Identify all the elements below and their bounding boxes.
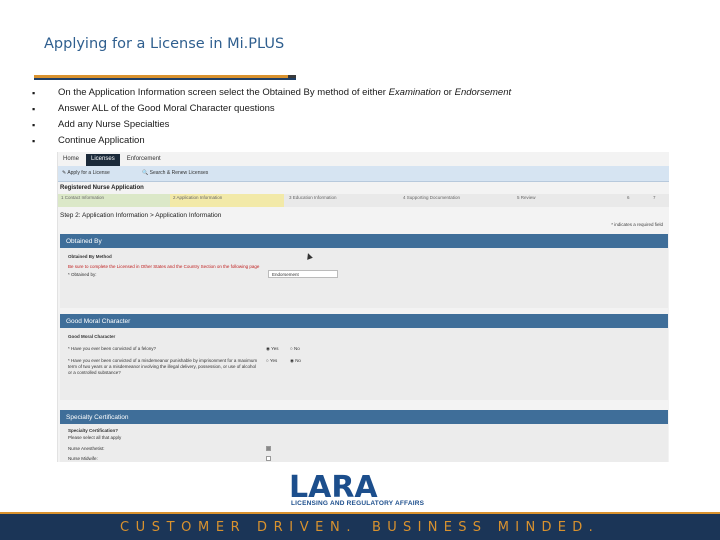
- required-note: * indicates a required field: [611, 222, 663, 227]
- bullet-icon: ▪: [32, 136, 36, 146]
- instruction-text: On the Application Information screen se…: [58, 87, 389, 98]
- specialty-header: Specialty Certification: [60, 410, 668, 424]
- instruction-emphasis: Examination: [388, 87, 441, 98]
- step-review[interactable]: 5 Review: [514, 194, 624, 207]
- search-renew-link[interactable]: 🔍 Search & Renew Licenses: [142, 170, 208, 176]
- misdemeanor-no-label: No: [295, 358, 301, 363]
- step-supporting[interactable]: 4 Supporting Documentation: [400, 194, 512, 207]
- good-moral-body: Good Moral Character * Have you ever bee…: [60, 328, 668, 400]
- footer-tagline-right: BUSINESS MINDED.: [372, 520, 600, 535]
- specialty-hint: Please select all that apply: [68, 435, 122, 440]
- instruction-text: Continue Application: [58, 135, 145, 146]
- instruction-item: ▪ Answer ALL of the Good Moral Character …: [30, 101, 590, 117]
- instruction-list: ▪ On the Application Information screen s…: [30, 85, 590, 149]
- title-underline-blue: [34, 78, 296, 80]
- bullet-icon: ▪: [32, 120, 36, 130]
- lara-logo: LARA LICENSING AND REGULATORY AFFAIRS: [287, 470, 433, 508]
- instruction-emphasis: Endorsement: [454, 87, 512, 98]
- slide-title: Applying for a License in Mi.PLUS: [44, 36, 285, 52]
- application-title: Registered Nurse Application: [60, 185, 144, 191]
- good-moral-section-label: Good Moral Character: [68, 334, 116, 339]
- felony-yes-radio[interactable]: ◉ Yes: [266, 346, 278, 352]
- specialty-section-label: Specialty Certification?: [68, 428, 119, 433]
- misdemeanor-no-radio[interactable]: ◉ No: [290, 358, 301, 364]
- specialty-panel: Specialty Certification Specialty Certif…: [60, 410, 668, 462]
- bullet-icon: ▪: [32, 104, 36, 114]
- apply-license-label: Apply for a License: [67, 170, 110, 176]
- step-education[interactable]: 3 Education Information: [286, 194, 398, 207]
- footer-bar: CUSTOMER DRIVEN. BUSINESS MINDED.: [0, 512, 720, 540]
- nurse-anesthetist-checkbox[interactable]: [266, 446, 271, 451]
- step-application[interactable]: 2 Application Information: [170, 194, 284, 207]
- instruction-item: ▪ Continue Application: [30, 133, 590, 149]
- obtained-by-section-label: Obtained By Method: [68, 254, 112, 259]
- step-contact[interactable]: 1 Contact Information: [58, 194, 170, 207]
- search-renew-label: Search & Renew Licenses: [149, 170, 209, 176]
- nurse-midwife-checkbox[interactable]: [266, 456, 271, 461]
- nurse-anesthetist-label: Nurse Anesthetist:: [68, 446, 105, 451]
- specialty-body: Specialty Certification? Please select a…: [60, 424, 668, 462]
- step-progress: 1 Contact Information 2 Application Info…: [58, 194, 669, 207]
- title-underline: [34, 75, 296, 81]
- felony-question: * Have you ever been convicted of a felo…: [68, 346, 157, 351]
- misdemeanor-question: * Have you ever been convicted of a misd…: [68, 358, 258, 375]
- obtained-by-field-label: * Obtained by:: [68, 272, 97, 277]
- apply-license-link[interactable]: ✎ Apply for a License: [62, 170, 110, 176]
- instruction-text: or: [440, 87, 455, 98]
- instruction-text: Add any Nurse Specialties: [58, 119, 170, 130]
- instruction-text: Answer ALL of the Good Moral Character q…: [58, 103, 275, 114]
- felony-no-radio[interactable]: ○ No: [290, 346, 300, 351]
- obtained-by-body: Obtained By Method Be sure to complete t…: [60, 248, 668, 308]
- obtained-by-select[interactable]: Endorsement: [268, 270, 338, 278]
- felony-no-label: No: [293, 346, 300, 351]
- good-moral-panel: Good Moral Character Good Moral Characte…: [60, 314, 668, 400]
- step-six[interactable]: 6: [624, 194, 648, 207]
- felony-yes-label: Yes: [271, 346, 279, 351]
- breadcrumb: Step 2: Application Information > Applic…: [60, 212, 222, 219]
- lara-logo-subtitle: LICENSING AND REGULATORY AFFAIRS: [291, 500, 425, 507]
- obtained-by-warning: Be sure to complete the Licensed in Othe…: [68, 264, 260, 269]
- misdemeanor-yes-radio[interactable]: ○ Yes: [266, 358, 277, 363]
- good-moral-header: Good Moral Character: [60, 314, 668, 328]
- instruction-item: ▪ Add any Nurse Specialties: [30, 117, 590, 133]
- obtained-by-panel: Obtained By Obtained By Method Be sure t…: [60, 234, 668, 308]
- bullet-icon: ▪: [32, 88, 36, 98]
- step-seven[interactable]: 7: [650, 194, 669, 207]
- instruction-item: ▪ On the Application Information screen s…: [30, 85, 590, 101]
- application-screenshot: Home Licenses Enforcement ✎ Apply for a …: [57, 152, 669, 462]
- action-bar: ✎ Apply for a License 🔍 Search & Renew L…: [58, 166, 669, 182]
- misdemeanor-yes-label: Yes: [269, 358, 278, 363]
- nurse-midwife-label: Nurse Midwife:: [68, 456, 98, 461]
- footer-tagline-left: CUSTOMER DRIVEN.: [120, 520, 358, 535]
- obtained-by-header: Obtained By: [60, 234, 668, 248]
